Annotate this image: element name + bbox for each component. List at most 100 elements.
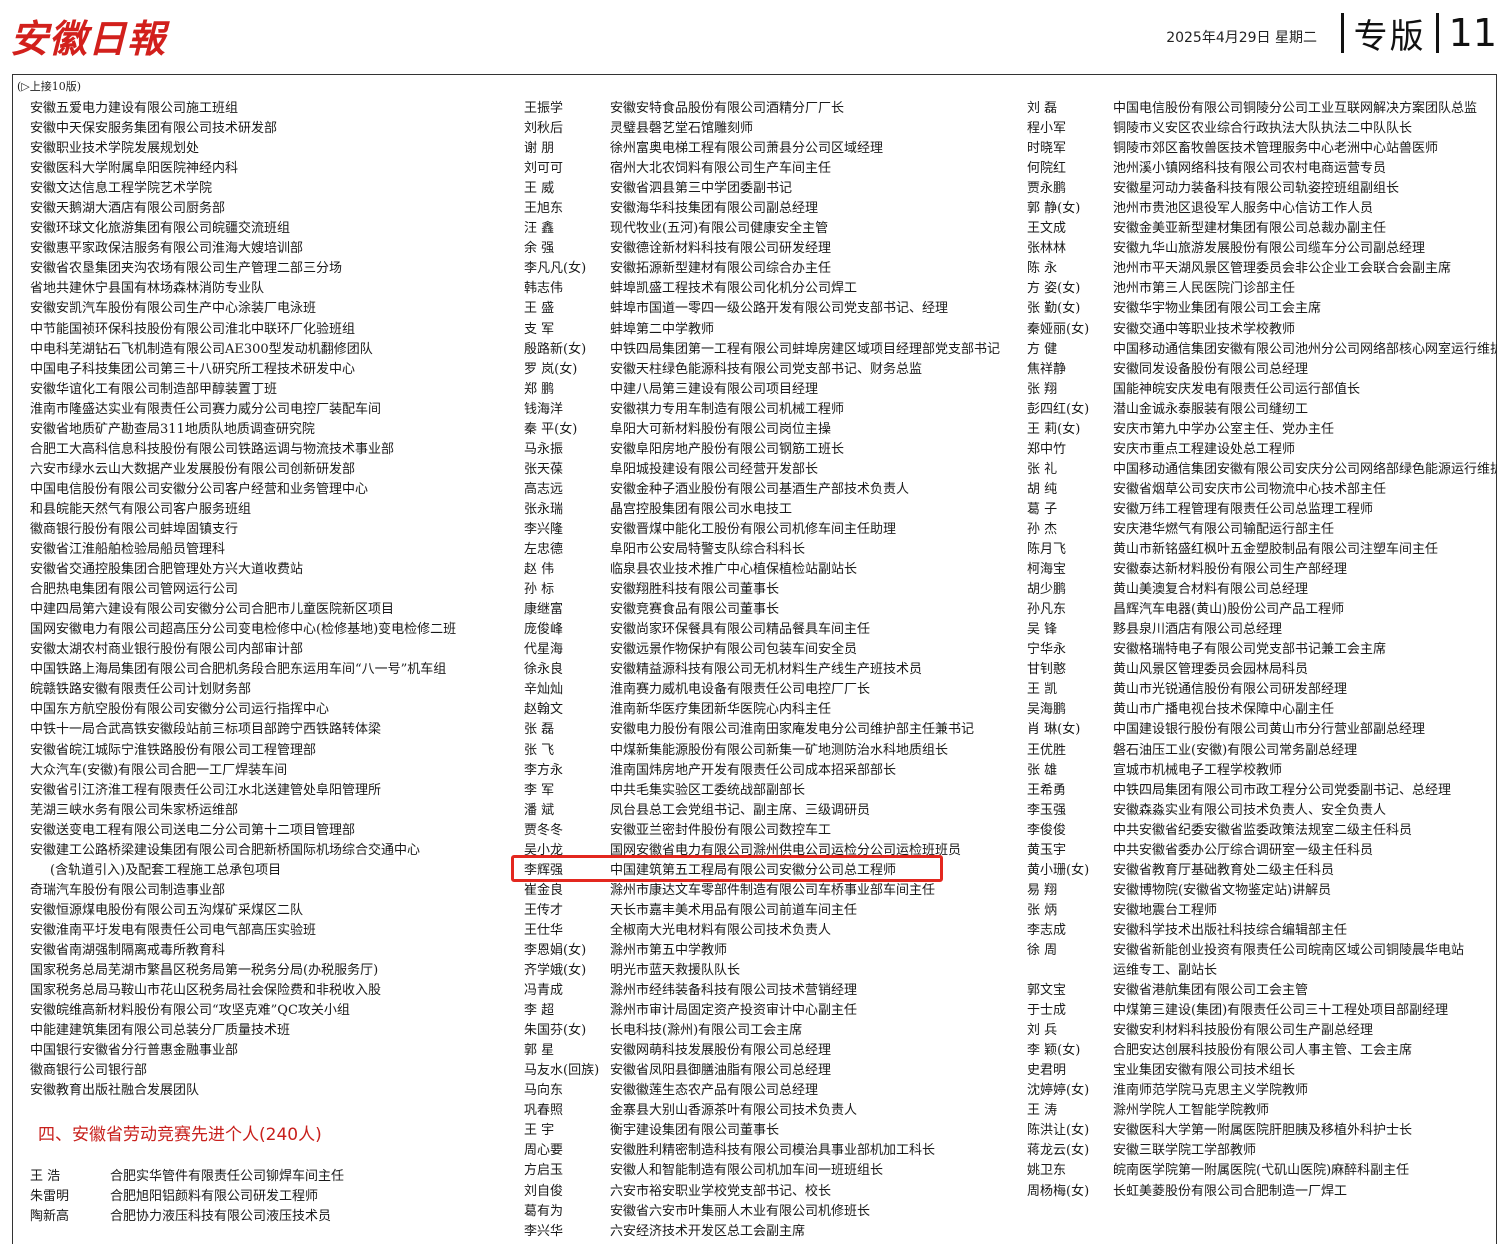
- person-unit: 安徽金美亚新型建材集团有限公司总裁办副主任: [1113, 221, 1387, 237]
- person-entry: 周心要 安徽胜利精密制造科技有限公司模治具事业部机加工科长: [524, 1141, 1019, 1161]
- person-entry: 孙 杰 安庆港华燃气有限公司输配运行部主任: [1027, 520, 1497, 540]
- person-entry: 郭 星 安徽网萌科技发展股份有限公司总经理: [524, 1041, 1019, 1061]
- person-entry: 李兴隆 安徽晋煤中能化工股份有限公司机修车间主任助理: [524, 520, 1019, 540]
- person-name: 胡 纯: [1027, 481, 1058, 497]
- unit-list-item: 淮南市隆盛达实业有限责任公司赛力威分公司电控厂装配车间: [30, 401, 382, 417]
- person-unit: 池州溪小镇网络科技有限公司农村电商运营专员: [1113, 161, 1387, 177]
- person-entry: 李玉强 安徽森淼实业有限公司技术负责人、安全负责人: [1027, 801, 1497, 821]
- person-name: 刘可可: [524, 161, 564, 177]
- person-name: 周心要: [524, 1143, 564, 1159]
- person-unit: 中国移动通信集团安徽有限公司安庆分公司网络部绿色能源运行维护: [1113, 461, 1497, 477]
- person-entry: 殷路新(女) 中铁四局集团第一工程有限公司蚌埠房建区域项目经理部党支部书记: [524, 340, 1019, 360]
- person-unit: 安徽交通中等职业技术学校教师: [1113, 321, 1296, 337]
- person-entry: 王 凯 黄山市光锐通信股份有限公司研发部经理: [1027, 680, 1497, 700]
- person-name: 王传才: [524, 902, 564, 918]
- person-name: 李玉强: [1027, 802, 1067, 818]
- person-unit: 安徽地震台工程师: [1113, 902, 1218, 918]
- person-entry: 陈洪让(女) 安徽医科大学第一附属医院肝胆胰及移植外科护士长: [1027, 1121, 1497, 1141]
- person-name: 蒋龙云(女): [1027, 1143, 1090, 1159]
- person-entry: 王仕华 全椒南大光电材料有限公司技术负责人: [524, 921, 1019, 941]
- unit-list-item: 徽商银行股份有限公司蚌埠固镇支行: [30, 521, 239, 537]
- person-name: 王振学: [524, 101, 564, 116]
- person-entry: 焦祥静 安徽同发设备股份有限公司总经理: [1027, 360, 1497, 380]
- person-unit: 安庆市第九中学办公室主任、党办主任: [1113, 421, 1335, 437]
- unit-list-item: 安徽安凯汽车股份有限公司生产中心涂装厂电泳班: [30, 301, 317, 317]
- person-entry: 王旭东 安徽海华科技集团有限公司副总经理: [524, 199, 1019, 219]
- divider-bar: [1435, 13, 1439, 53]
- person-entry: 王文成 安徽金美亚新型建材集团有限公司总裁办副主任: [1027, 219, 1497, 239]
- person-name: 辛灿灿: [524, 682, 564, 698]
- person-name: 王 涛: [1027, 1103, 1058, 1119]
- continued-from-note: (▷上接10版): [17, 80, 82, 93]
- person-unit: 安徽省泗县第三中学团委副书记: [610, 181, 793, 197]
- person-name: 李 超: [524, 1003, 555, 1019]
- person-name: 张 礼: [1027, 461, 1058, 477]
- person-name: 郭文宝: [1027, 983, 1067, 999]
- unit-list-item: 安徽医科大学附属阜阳医院神经内科: [30, 161, 239, 177]
- person-name: 李兴隆: [524, 521, 564, 537]
- person-unit: 安徽电力股份有限公司淮南田家庵发电分公司维护部主任兼书记: [610, 722, 975, 738]
- person-entry: 彭四红(女) 潜山金诚永泰服装有限公司缝纫工: [1027, 400, 1497, 420]
- person-list-column-2: 王振学 安徽安特食品股份有限公司酒精分厂厂长 刘秋后 灵璧县磬艺堂石馆雕刻师谢 朋 徐州…: [524, 99, 1019, 1242]
- person-entry: 钱海洋 安徽祺力专用车制造有限公司机械工程师: [524, 400, 1019, 420]
- person-name: 张 炳: [1027, 902, 1058, 918]
- unit-list-item: 徽商银行公司银行部: [30, 1063, 148, 1079]
- unit-list-item: 安徽惠平家政保洁服务有限公司淮海大嫂培训部: [30, 241, 304, 257]
- person-unit: 中煤第三建设(集团)有限责任公司三十工程处项目部副经理: [1113, 1003, 1449, 1019]
- person-unit: 安徽拓源新型建材有限公司综合办主任: [610, 261, 832, 277]
- person-entry: 李凡凡(女) 安徽拓源新型建材有限公司综合办主任: [524, 259, 1019, 279]
- person-entry: 汪 鑫 现代牧业(五河)有限公司健康安全主管: [524, 219, 1019, 239]
- person-unit: 中铁四局集团有限公司市政工程分公司党委副书记、总经理: [1113, 782, 1452, 798]
- person-unit: 黄山风景区管理委员会园林局科员: [1113, 662, 1309, 678]
- person-entry: 程小军 铜陵市义安区农业综合行政执法大队执法二中队队长: [1027, 119, 1497, 139]
- person-list-column-1: 王 浩 合肥实华管件有限责任公司铆焊车间主任 朱雷明 合肥旭阳铝颜料有限公司研发工程师…: [30, 1167, 500, 1227]
- person-unit: 宿州大北农饲料有限公司生产车间主任: [610, 161, 832, 177]
- person-entry: 齐学娥(女) 明光市蓝天救援队队长: [524, 961, 1019, 981]
- unit-list-item: 国家税务总局芜湖市繁昌区税务局第一税务分局(办税服务厅): [30, 963, 379, 979]
- person-name: 马向东: [524, 1083, 564, 1099]
- person-entry: 张 雄 宣城市机械电子工程学校教师: [1027, 761, 1497, 781]
- person-unit: 昌辉汽车电器(黄山)股份公司产品工程师: [1113, 602, 1345, 618]
- unit-list-item: 安徽天鹅湖大酒店有限公司厨务部: [30, 201, 226, 217]
- person-unit: 天长市嘉丰美术用品有限公司前道车间主任: [610, 902, 858, 918]
- person-unit: 安庆港华燃气有限公司输配运行部主任: [1113, 521, 1335, 537]
- person-name: 巩春照: [524, 1103, 564, 1119]
- unit-list-item: 中电科芜湖钻石飞机制造有限公司AE300型发动机翻修团队: [30, 341, 373, 357]
- person-name: 方 健: [1027, 341, 1058, 357]
- person-name: 陈 永: [1027, 261, 1058, 277]
- person-unit: 安徽省港航集团有限公司工会主管: [1113, 983, 1309, 999]
- person-unit: 长电科技(滁州)有限公司工会主席: [610, 1023, 803, 1039]
- person-name: 张永瑞: [524, 501, 564, 517]
- person-name: 李凡凡(女): [524, 261, 587, 277]
- person-entry: 左忠德 阜阳市公安局特警支队综合科科长: [524, 540, 1019, 560]
- person-unit: 安徽省新能创业投资有限责任公司皖南区域公司铜陵晨华电站: [1113, 942, 1465, 958]
- person-unit: 徐州富奥电梯工程有限公司萧县分公司区域经理: [610, 141, 884, 157]
- person-name: 谢 朋: [524, 141, 555, 157]
- person-unit: 安庆市重点工程建设处总工程师: [1113, 441, 1296, 457]
- unit-list-item: 安徽职业技术学院发展规划处: [30, 141, 200, 157]
- person-entry: 巩春照 金寨县大别山香源茶叶有限公司技术负责人: [524, 1101, 1019, 1121]
- person-name: 周杨梅(女): [1027, 1183, 1090, 1199]
- person-entry: 庞俊峰 安徽尚家环保餐具有限公司精品餐具车间主任: [524, 620, 1019, 640]
- person-name: 高志远: [524, 481, 564, 497]
- person-entry: 高志远 安徽金种子酒业股份有限公司基酒生产部技术负责人: [524, 480, 1019, 500]
- person-entry: 姚卫东 皖南医学院第一附属医院(弋矶山医院)麻醉科副主任: [1027, 1161, 1497, 1181]
- person-unit: 安徽亚兰密封件股份有限公司数控车工: [610, 822, 832, 838]
- person-name: 王 盛: [524, 301, 555, 317]
- unit-list-item: 省地共建休宁县国有林场森林消防专业队: [30, 281, 265, 297]
- person-unit: 长虹美菱股份有限公司合肥制造一厂焊工: [1113, 1183, 1348, 1199]
- person-name: 陈洪让(女): [1027, 1123, 1090, 1139]
- person-unit: 现代牧业(五河)有限公司健康安全主管: [610, 221, 829, 237]
- person-unit: 安徽泰达新材料股份有限公司生产部经理: [1113, 562, 1348, 578]
- person-unit: 中共毛集实验区工委统战部副部长: [610, 782, 806, 798]
- person-entry: 支 军 蚌埠第二中学教师: [524, 320, 1019, 340]
- person-unit: 淮南国炜房地产开发有限责任公司成本招采部部长: [610, 762, 897, 778]
- person-unit: 滁州市审计局固定资产投资审计中心副主任: [610, 1003, 858, 1019]
- unit-list-item: 中国电信股份有限公司安徽分公司客户经营和业务管理中心: [30, 481, 369, 497]
- person-name: 刘 兵: [1027, 1023, 1058, 1039]
- unit-list-item: 大众汽车(安徽)有限公司合肥一工厂焊装车间: [30, 762, 288, 778]
- person-name: 朱国芬(女): [524, 1023, 587, 1039]
- person-unit: 中国电信股份有限公司铜陵分公司工业互联网解决方案团队总监: [1113, 101, 1478, 116]
- unit-list-item: 合肥热电集团有限公司管网运行公司: [30, 582, 239, 598]
- person-entry: 康继富 安徽竞赛食品有限公司董事长: [524, 600, 1019, 620]
